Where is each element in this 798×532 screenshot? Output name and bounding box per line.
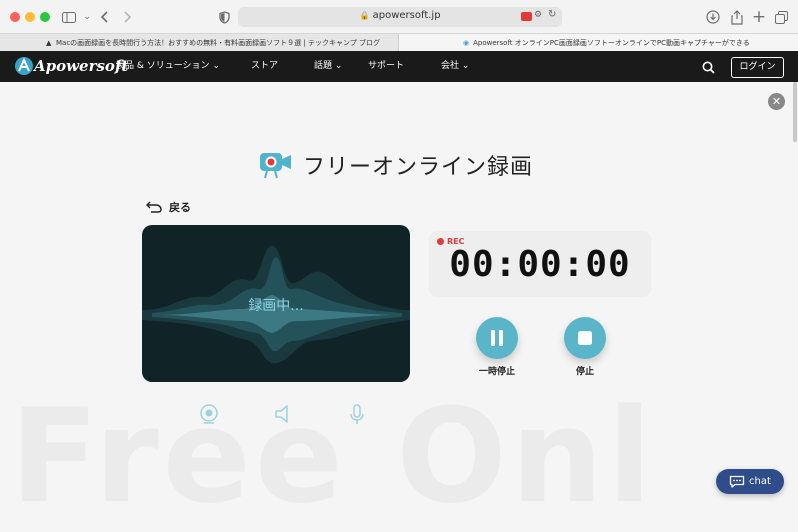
lock-icon: 🔒 [359,11,370,20]
timer-panel: REC 00:00:00 [429,231,651,297]
tab-apowersoft[interactable]: ◉ Apowersoft オンラインPC画面録画ソフトーオンラインでPC動画キャプ… [399,34,798,52]
nav-store[interactable]: ストア [251,51,278,82]
download-icon[interactable] [703,7,723,27]
address-bar[interactable]: 🔒 apowersoft.jp ⚙ ↻ [238,7,562,27]
stop-label: 停止 [575,367,594,377]
scrollbar[interactable] [793,82,797,142]
apowersoft-favicon-icon: ◉ [463,39,470,47]
close-icon[interactable]: ✕ [768,93,785,110]
chevron-down-icon: ⌄ [334,61,343,71]
search-icon[interactable] [702,59,715,78]
minimize-window-button[interactable] [25,12,35,22]
video-camera-icon [260,153,291,179]
browser-toolbar: ⌄ 🔒 apowersoft.jp ⚙ ↻ + [0,0,798,33]
pause-icon [491,330,503,346]
chat-button[interactable]: chat [716,469,784,494]
techcamp-favicon-icon: ▲ [46,39,52,47]
apowersoft-logo[interactable]: Apowersoft [14,55,128,77]
back-link[interactable]: 戻る [145,199,191,215]
chevron-down-icon: ⌄ [461,61,470,71]
reload-icon[interactable]: ↻ [548,9,556,20]
chevron-down-icon[interactable]: ⌄ [77,7,97,27]
background-watermark: Free Onl [10,380,656,532]
stop-button[interactable] [564,317,606,359]
recording-preview: 録画中... [142,225,410,382]
privacy-shield-icon[interactable] [214,7,234,27]
pause-button[interactable] [476,317,518,359]
chat-bubble-icon [729,475,745,488]
microphone-icon[interactable] [346,403,368,425]
tab-overview-icon[interactable] [771,7,791,27]
url-text: 🔒 apowersoft.jp [359,10,441,21]
back-arrow-icon[interactable] [95,7,115,27]
undo-arrow-icon [146,201,162,213]
new-tab-icon[interactable]: + [749,7,769,27]
tab-techcamp[interactable]: ▲ Macの画面録画を長時間行う方法！おすすめの無料・有料画面録画ソフト９選 | … [0,34,399,52]
timer-display: 00:00:00 [449,244,631,285]
recording-status: 録画中... [248,298,304,314]
forward-arrow-icon[interactable] [117,7,137,27]
translate-icon[interactable]: ⚙ [534,10,542,20]
nav-support[interactable]: サポート [368,51,404,82]
nav-products[interactable]: 製品 & ソリューション ⌄ [116,51,220,82]
tab-bar: ▲ Macの画面録画を長時間行う方法！おすすめの無料・有料画面録画ソフト９選 | … [0,33,798,53]
webcam-icon[interactable] [198,403,220,425]
page-title: フリーオンライン録画 [259,149,533,181]
stop-icon [578,331,592,345]
nav-topics[interactable]: 話題 ⌄ [314,51,342,82]
zoom-window-button[interactable] [40,12,50,22]
pause-label: 一時停止 [478,367,515,377]
share-icon[interactable] [727,7,747,27]
login-button[interactable]: ログイン [731,57,784,78]
extension-icon[interactable] [521,12,532,21]
site-navigation: Apowersoft 製品 & ソリューション ⌄ ストア 話題 ⌄ サポート … [0,51,798,82]
nav-company[interactable]: 会社 ⌄ [441,51,469,82]
chevron-down-icon: ⌄ [212,61,220,71]
apowersoft-logo-icon [15,57,33,75]
speaker-icon[interactable] [273,403,295,425]
close-window-button[interactable] [10,12,20,22]
sidebar-icon[interactable] [59,7,79,27]
